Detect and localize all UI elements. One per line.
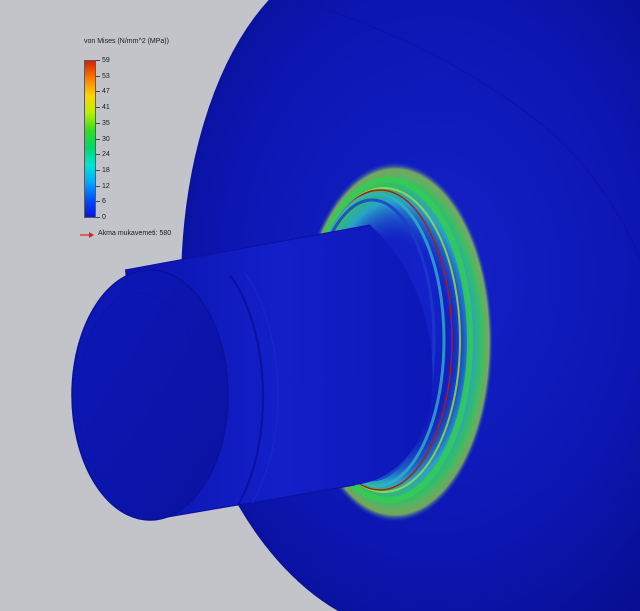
legend-title: von Mises (N/mm^2 (MPa))	[84, 38, 169, 45]
legend-colorbar	[84, 60, 96, 218]
legend-tick-label: 24	[102, 151, 110, 159]
legend-tick-mark	[96, 154, 100, 156]
legend-tick-mark	[96, 75, 100, 77]
legend-tick-mark	[96, 138, 100, 140]
legend-tick-label: 41	[102, 104, 110, 112]
legend-tick-label: 6	[102, 198, 106, 206]
legend-tick-mark	[96, 91, 100, 93]
legend-tick-mark	[96, 169, 100, 171]
yield-arrow-icon	[80, 232, 94, 238]
legend-tick-label: 0	[102, 214, 106, 221]
yield-strength-label: Akma mukavemeti: 580	[98, 230, 172, 237]
stress-legend: von Mises (N/mm^2 (MPa)) 59 53 47 41 35 30 24 1…	[80, 38, 200, 248]
legend-tick-label: 30	[102, 135, 110, 143]
legend-tick-mark	[96, 107, 100, 109]
legend-tick-label: 53	[102, 72, 110, 80]
legend-tick-mark	[96, 201, 100, 203]
shaft-end-face	[71, 269, 229, 521]
legend-tick-label: 12	[102, 182, 110, 190]
legend-tick-mark	[96, 217, 100, 218]
legend-tick-label: 59	[102, 57, 110, 64]
legend-tick-label: 18	[102, 166, 110, 174]
legend-tick-label: 47	[102, 88, 110, 96]
legend-tick-mark	[96, 122, 100, 124]
legend-tick-label: 35	[102, 119, 110, 127]
legend-tick-mark	[96, 185, 100, 187]
legend-tick-mark	[96, 60, 100, 61]
